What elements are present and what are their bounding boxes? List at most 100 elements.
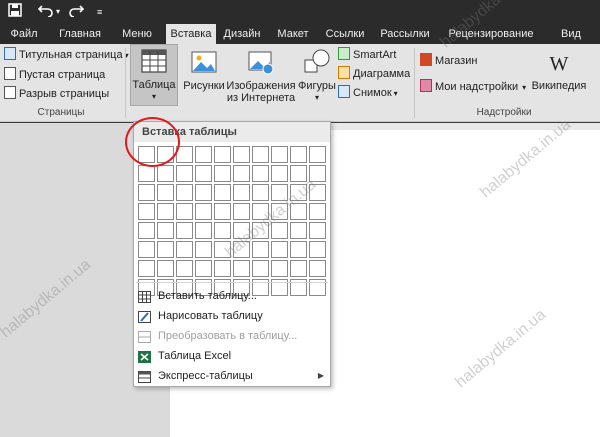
- grid-cell[interactable]: [309, 184, 326, 201]
- grid-cell[interactable]: [309, 241, 326, 258]
- pictures-button[interactable]: Рисунки: [183, 46, 225, 92]
- grid-cell[interactable]: [290, 222, 307, 239]
- grid-cell[interactable]: [214, 222, 231, 239]
- chart-button[interactable]: Диаграмма: [338, 65, 410, 83]
- grid-cell[interactable]: [309, 146, 326, 163]
- quick-tables-menu-item[interactable]: Экспресс-таблицы ▶: [134, 366, 330, 386]
- tab-home[interactable]: Главная: [56, 24, 104, 44]
- tab-review[interactable]: Рецензирование: [442, 24, 540, 44]
- blank-page-button[interactable]: Пустая страница: [4, 66, 105, 84]
- store-button[interactable]: Магазин: [420, 52, 477, 70]
- grid-cell[interactable]: [157, 222, 174, 239]
- grid-cell[interactable]: [157, 241, 174, 258]
- grid-cell[interactable]: [233, 184, 250, 201]
- draw-table-menu-item[interactable]: Нарисовать таблицу: [134, 306, 330, 326]
- undo-dropdown-icon[interactable]: ▾: [56, 4, 60, 20]
- grid-cell[interactable]: [271, 146, 288, 163]
- grid-cell[interactable]: [252, 222, 269, 239]
- grid-cell[interactable]: [176, 203, 193, 220]
- grid-cell[interactable]: [290, 241, 307, 258]
- grid-cell[interactable]: [290, 260, 307, 277]
- tab-file[interactable]: Файл: [6, 24, 42, 44]
- grid-cell[interactable]: [233, 203, 250, 220]
- grid-cell[interactable]: [157, 165, 174, 182]
- tab-layout[interactable]: Макет: [272, 24, 314, 44]
- grid-cell[interactable]: [176, 260, 193, 277]
- grid-cell[interactable]: [195, 260, 212, 277]
- grid-cell[interactable]: [157, 260, 174, 277]
- grid-cell[interactable]: [252, 260, 269, 277]
- tab-references[interactable]: Ссылки: [322, 24, 368, 44]
- grid-cell[interactable]: [176, 241, 193, 258]
- tab-view[interactable]: Вид: [556, 24, 586, 44]
- my-addins-button[interactable]: Мои надстройки ▾: [420, 78, 526, 96]
- grid-cell[interactable]: [138, 184, 155, 201]
- excel-table-menu-item[interactable]: Таблица Excel: [134, 346, 330, 366]
- grid-cell[interactable]: [195, 184, 212, 201]
- grid-cell[interactable]: [271, 241, 288, 258]
- online-pictures-button[interactable]: Изображения из Интернета: [225, 46, 297, 104]
- grid-cell[interactable]: [252, 165, 269, 182]
- tab-insert[interactable]: Вставка: [166, 24, 216, 44]
- grid-cell[interactable]: [309, 260, 326, 277]
- grid-cell[interactable]: [309, 165, 326, 182]
- grid-cell[interactable]: [195, 222, 212, 239]
- grid-cell[interactable]: [290, 203, 307, 220]
- grid-cell[interactable]: [271, 203, 288, 220]
- grid-cell[interactable]: [138, 241, 155, 258]
- grid-cell[interactable]: [195, 146, 212, 163]
- grid-cell[interactable]: [176, 184, 193, 201]
- grid-cell[interactable]: [233, 146, 250, 163]
- grid-cell[interactable]: [233, 241, 250, 258]
- grid-cell[interactable]: [195, 203, 212, 220]
- grid-cell[interactable]: [271, 184, 288, 201]
- shapes-button[interactable]: Фигуры ▾: [297, 46, 337, 104]
- grid-cell[interactable]: [138, 203, 155, 220]
- grid-cell[interactable]: [157, 184, 174, 201]
- table-button[interactable]: Таблица ▾: [130, 44, 178, 106]
- tab-menu[interactable]: Меню: [112, 24, 162, 44]
- grid-cell[interactable]: [309, 222, 326, 239]
- grid-cell[interactable]: [271, 222, 288, 239]
- grid-cell[interactable]: [157, 203, 174, 220]
- grid-cell[interactable]: [290, 165, 307, 182]
- grid-cell[interactable]: [214, 203, 231, 220]
- grid-cell[interactable]: [138, 165, 155, 182]
- cover-page-button[interactable]: Титульная страница ▾: [4, 46, 129, 64]
- grid-cell[interactable]: [176, 222, 193, 239]
- grid-cell[interactable]: [252, 241, 269, 258]
- grid-cell[interactable]: [233, 165, 250, 182]
- grid-cell[interactable]: [214, 260, 231, 277]
- grid-cell[interactable]: [271, 165, 288, 182]
- undo-icon[interactable]: [37, 3, 54, 20]
- redo-icon[interactable]: [68, 3, 85, 20]
- wikipedia-label: Википедия: [531, 80, 587, 92]
- grid-cell[interactable]: [138, 260, 155, 277]
- tab-mailings[interactable]: Рассылки: [376, 24, 434, 44]
- save-icon[interactable]: [8, 3, 22, 20]
- grid-cell[interactable]: [271, 260, 288, 277]
- grid-cell[interactable]: [195, 165, 212, 182]
- wikipedia-button[interactable]: W Википедия: [528, 46, 590, 92]
- grid-cell[interactable]: [214, 146, 231, 163]
- grid-cell[interactable]: [252, 146, 269, 163]
- grid-cell[interactable]: [176, 165, 193, 182]
- grid-cell[interactable]: [195, 241, 212, 258]
- grid-cell[interactable]: [309, 203, 326, 220]
- grid-cell[interactable]: [214, 184, 231, 201]
- screenshot-button[interactable]: Снимок ▾: [338, 84, 398, 102]
- page-break-button[interactable]: Разрыв страницы: [4, 85, 109, 103]
- customize-icon[interactable]: ≡: [97, 4, 102, 20]
- grid-cell[interactable]: [233, 260, 250, 277]
- grid-cell[interactable]: [252, 203, 269, 220]
- grid-cell[interactable]: [138, 222, 155, 239]
- grid-cell[interactable]: [214, 165, 231, 182]
- grid-cell[interactable]: [290, 146, 307, 163]
- grid-cell[interactable]: [290, 184, 307, 201]
- grid-cell[interactable]: [214, 241, 231, 258]
- grid-cell[interactable]: [233, 222, 250, 239]
- grid-cell[interactable]: [252, 184, 269, 201]
- tab-design[interactable]: Дизайн: [220, 24, 264, 44]
- insert-table-menu-item[interactable]: Вставить таблицу...: [134, 286, 330, 306]
- smartart-button[interactable]: SmartArt: [338, 46, 396, 64]
